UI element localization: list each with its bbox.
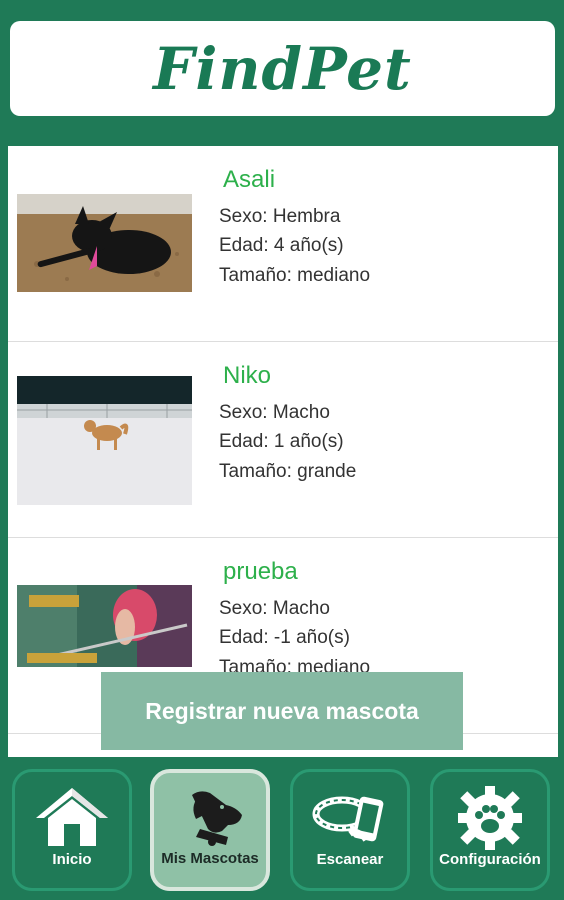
nav-escanear[interactable]: Escanear xyxy=(290,769,410,891)
pet-age: Edad: 4 año(s) xyxy=(219,235,344,256)
nav-label: Inicio xyxy=(52,851,92,868)
dog-icon xyxy=(192,791,242,846)
pet-age: Edad: -1 año(s) xyxy=(219,627,350,648)
nav-configuracion[interactable]: Configuración xyxy=(430,769,550,891)
app-header: FindPet xyxy=(10,21,555,116)
nav-label: Mis Mascotas xyxy=(161,850,259,867)
pet-name: Asali xyxy=(223,166,276,193)
collar-phone-icon xyxy=(312,796,384,842)
app-logo: FindPet xyxy=(153,34,412,103)
bottom-nav: Inicio Mis Mascotas Escanear Configuraci… xyxy=(0,757,564,900)
pet-size: Tamaño: grande xyxy=(219,461,357,482)
pet-photo xyxy=(17,376,192,505)
pet-sex: Sexo: Macho xyxy=(219,402,330,423)
pet-sex: Sexo: Hembra xyxy=(219,206,341,227)
pet-age: Edad: 1 año(s) xyxy=(219,431,344,452)
list-item[interactable]: Asali Sexo: Hembra Edad: 4 año(s) Tamaño… xyxy=(8,146,558,342)
list-item[interactable]: Niko Sexo: Macho Edad: 1 año(s) Tamaño: … xyxy=(8,342,558,538)
register-pet-button[interactable]: Registrar nueva mascota xyxy=(101,672,463,750)
pet-name: Niko xyxy=(223,362,272,389)
pet-list[interactable]: Asali Sexo: Hembra Edad: 4 año(s) Tamaño… xyxy=(8,146,558,757)
pet-photo xyxy=(17,194,192,292)
house-icon xyxy=(36,788,108,846)
nav-mis-mascotas[interactable]: Mis Mascotas xyxy=(150,769,270,891)
nav-inicio[interactable]: Inicio xyxy=(12,769,132,891)
pet-name: prueba xyxy=(223,558,298,585)
pet-sex: Sexo: Macho xyxy=(219,598,330,619)
pet-photo xyxy=(17,585,192,667)
nav-label: Escanear xyxy=(316,851,384,868)
nav-label: Configuración xyxy=(439,851,541,868)
pet-size: Tamaño: mediano xyxy=(219,265,371,286)
paw-gear-icon xyxy=(458,786,522,850)
